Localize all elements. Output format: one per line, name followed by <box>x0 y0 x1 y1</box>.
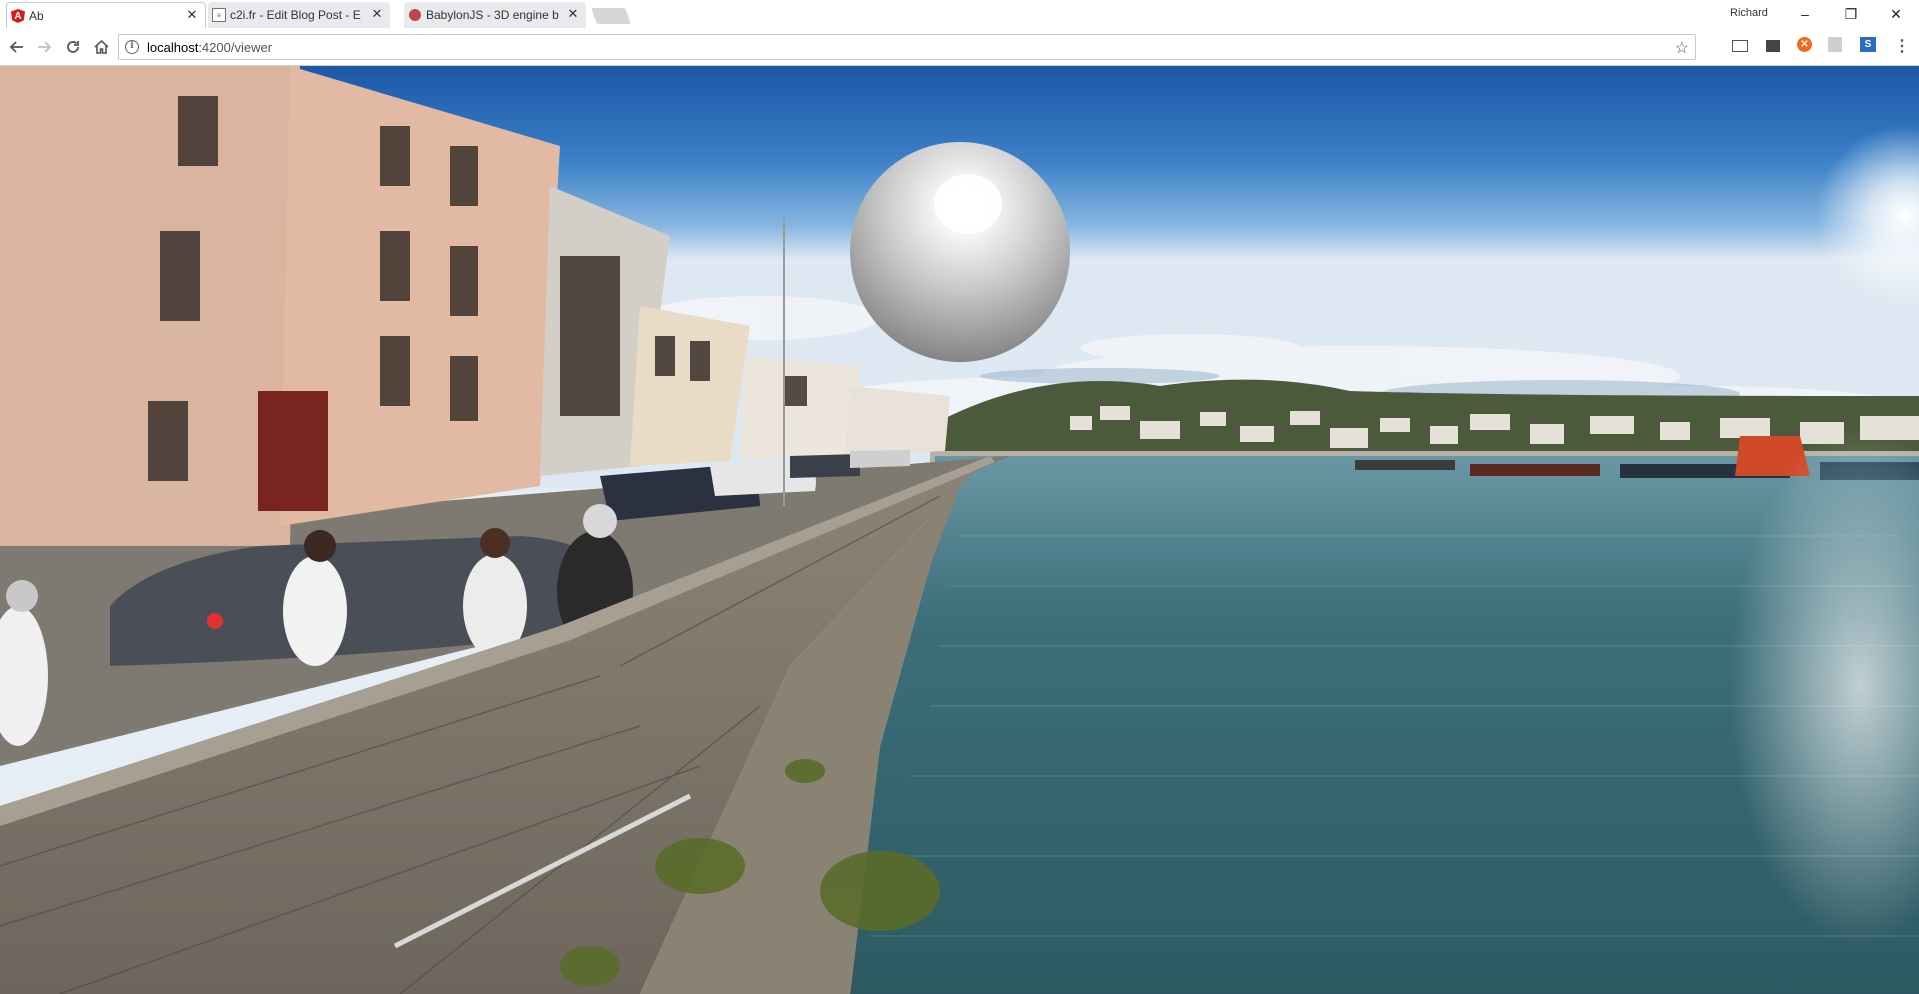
tab-title: c2i.fr - Edit Blog Post - E <box>230 8 361 22</box>
browser-toolbar: i localhost:4200/viewer ☆ ✕ S ⋮ <box>0 28 1919 66</box>
menu-kebab-icon[interactable]: ⋮ <box>1893 37 1911 55</box>
bookmark-star-icon[interactable]: ☆ <box>1675 38 1689 58</box>
home-icon <box>93 40 109 54</box>
extension-icon[interactable] <box>1766 40 1780 52</box>
extension-grey-icon[interactable] <box>1828 37 1842 52</box>
tab-babylonjs[interactable]: BabylonJS - 3D engine b ✕ <box>404 2 586 28</box>
tab-title: BabylonJS - 3D engine b <box>426 8 559 22</box>
url-text[interactable]: localhost:4200/viewer <box>147 40 272 55</box>
back-button[interactable] <box>6 36 28 58</box>
close-icon[interactable]: ✕ <box>566 7 580 21</box>
extension-orange-icon[interactable]: ✕ <box>1797 37 1812 52</box>
profile-name[interactable]: Richard <box>1730 7 1768 19</box>
tab-title: Ab <box>29 8 44 23</box>
tab-blog-post[interactable]: ≡ c2i.fr - Edit Blog Post - E ✕ <box>208 2 390 28</box>
panorama-scene <box>0 66 1919 994</box>
extension-blue-icon[interactable]: S <box>1860 37 1876 52</box>
reload-button[interactable] <box>62 36 84 58</box>
forward-button[interactable] <box>33 36 55 58</box>
building-door <box>258 391 328 511</box>
babylon-viewer-canvas[interactable] <box>0 66 1919 994</box>
babylonjs-icon <box>409 9 421 21</box>
title-bar: A Ab ✕ ≡ c2i.fr - Edit Blog Post - E ✕ B… <box>0 0 1919 28</box>
back-arrow-icon <box>10 41 23 53</box>
info-icon[interactable]: i <box>125 40 139 54</box>
angular-icon: A <box>11 9 25 23</box>
restore-button[interactable]: ❐ <box>1828 0 1874 28</box>
close-icon[interactable]: ✕ <box>370 7 384 21</box>
sphere-highlight <box>934 174 1002 234</box>
document-icon: ≡ <box>212 8 226 22</box>
new-tab-button[interactable] <box>591 8 631 24</box>
cast-icon[interactable] <box>1732 40 1748 52</box>
close-icon[interactable]: ✕ <box>185 8 199 22</box>
minimize-button[interactable]: – <box>1782 0 1828 28</box>
close-window-button[interactable]: ✕ <box>1873 0 1919 28</box>
home-button[interactable] <box>90 36 112 58</box>
forward-arrow-icon <box>38 41 51 53</box>
address-bar[interactable]: i localhost:4200/viewer ☆ <box>118 34 1696 60</box>
tab-viewer[interactable]: A Ab ✕ <box>6 2 206 28</box>
reload-icon <box>67 41 79 53</box>
